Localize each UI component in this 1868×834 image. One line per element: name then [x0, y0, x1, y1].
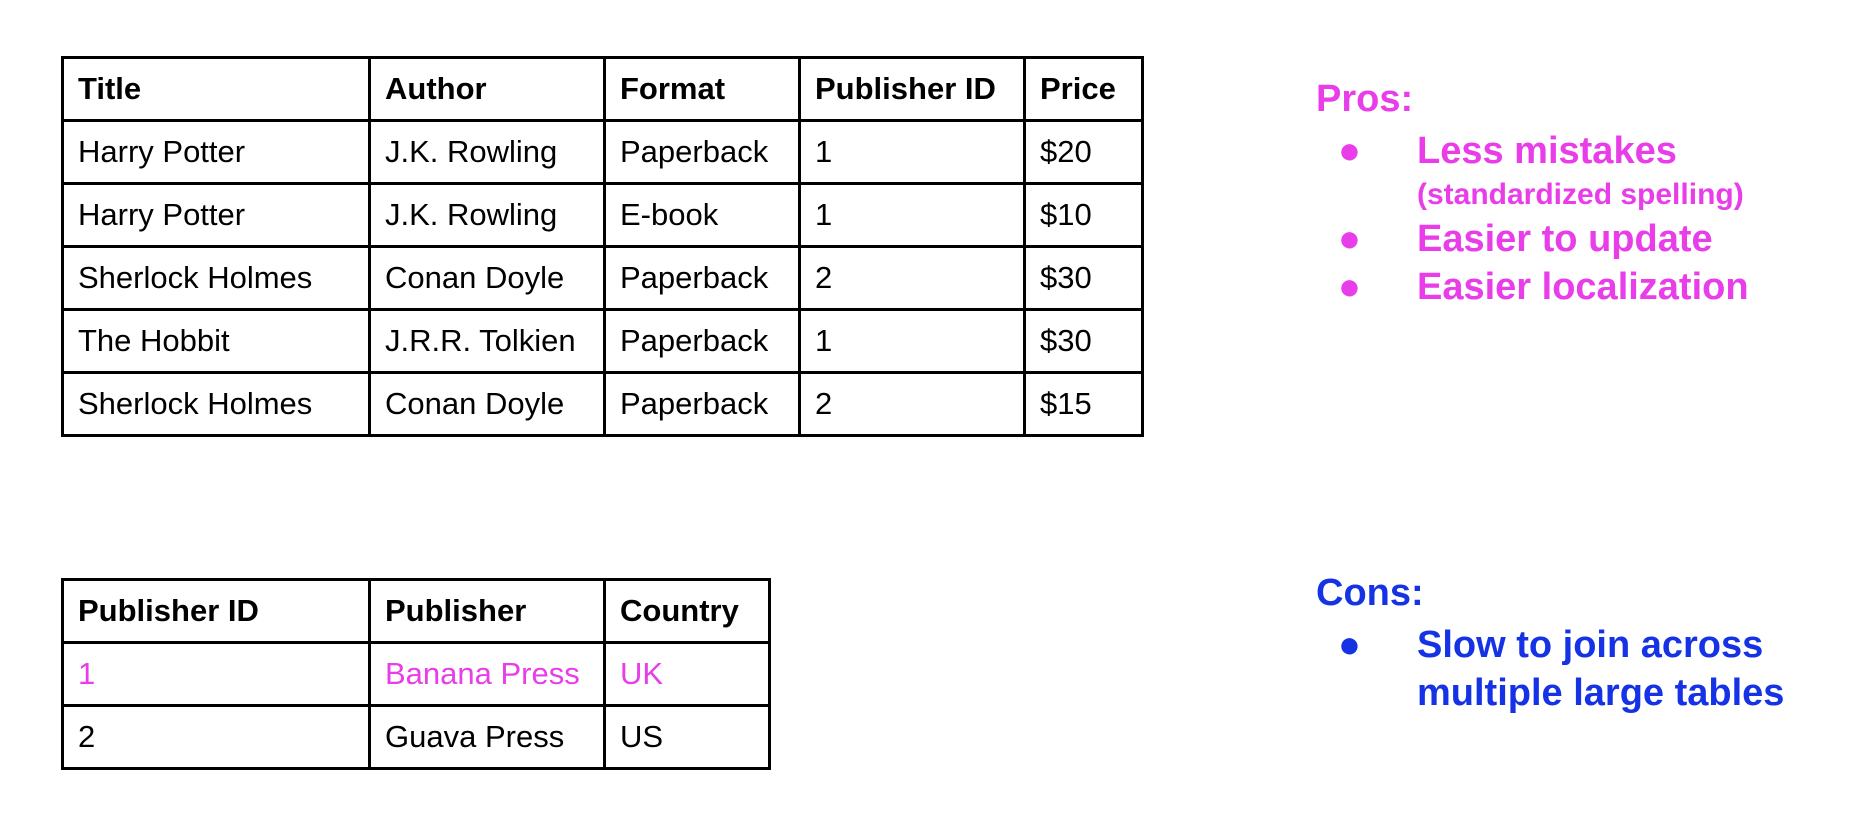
bullet-icon: ●: [1338, 130, 1361, 172]
pros-panel: Pros: ● Less mistakes (standardized spel…: [1316, 78, 1749, 311]
table-cell: $20: [1023, 119, 1144, 185]
table-cell: The Hobbit: [61, 308, 371, 374]
column-header-author: Author: [368, 56, 606, 122]
table-cell: 1: [61, 641, 371, 707]
column-header-publisher-id: Publisher ID: [798, 56, 1026, 122]
table-cell: E-book: [603, 182, 801, 248]
table-cell: Harry Potter: [61, 119, 371, 185]
table-row: Sherlock Holmes Conan Doyle Paperback 2 …: [61, 245, 1144, 311]
table-cell: $15: [1023, 371, 1144, 437]
pros-title: Pros:: [1316, 78, 1414, 120]
bullet-icon: ●: [1338, 266, 1361, 308]
table-cell: $30: [1023, 308, 1144, 374]
column-header-publisher: Publisher: [368, 578, 606, 644]
cons-title: Cons:: [1316, 572, 1424, 614]
table-cell: 1: [798, 182, 1026, 248]
table-cell: 1: [798, 119, 1026, 185]
table-cell: J.R.R. Tolkien: [368, 308, 606, 374]
list-item: ● Slow to join across multiple large tab…: [1316, 621, 1784, 717]
list-item: ● Less mistakes (standardized spelling): [1316, 127, 1749, 215]
column-header-format: Format: [603, 56, 801, 122]
pros-item-text: Easier to update: [1417, 218, 1713, 260]
cons-item-text: Slow to join across: [1417, 624, 1764, 666]
column-header-title: Title: [61, 56, 371, 122]
table-cell: 2: [798, 371, 1026, 437]
cons-panel: Cons: ● Slow to join across multiple lar…: [1316, 572, 1784, 717]
table-cell: Paperback: [603, 245, 801, 311]
table-cell: J.K. Rowling: [368, 119, 606, 185]
table-cell: Paperback: [603, 371, 801, 437]
list-item: ● Easier localization: [1316, 263, 1749, 311]
table-cell: Guava Press: [368, 704, 606, 770]
column-header-publisher-id: Publisher ID: [61, 578, 371, 644]
publishers-table: Publisher ID Publisher Country 1 Banana …: [61, 578, 771, 770]
table-cell: 1: [798, 308, 1026, 374]
table-cell: Banana Press: [368, 641, 606, 707]
table-cell: 2: [798, 245, 1026, 311]
table-row: Harry Potter J.K. Rowling Paperback 1 $2…: [61, 119, 1144, 185]
table-cell: Harry Potter: [61, 182, 371, 248]
table-cell: US: [603, 704, 771, 770]
table-cell: Sherlock Holmes: [61, 245, 371, 311]
column-header-country: Country: [603, 578, 771, 644]
table-cell: 2: [61, 704, 371, 770]
table-cell: Paperback: [603, 308, 801, 374]
table-cell: J.K. Rowling: [368, 182, 606, 248]
pros-item-note: (standardized spelling): [1417, 178, 1744, 211]
pros-list: ● Less mistakes (standardized spelling) …: [1316, 127, 1749, 311]
table-row: 2 Guava Press US: [61, 704, 771, 770]
publishers-header-row: Publisher ID Publisher Country: [61, 578, 771, 644]
table-cell: Paperback: [603, 119, 801, 185]
bullet-icon: ●: [1338, 218, 1361, 260]
table-cell: Conan Doyle: [368, 371, 606, 437]
books-header-row: Title Author Format Publisher ID Price: [61, 56, 1144, 122]
table-cell: $10: [1023, 182, 1144, 248]
table-row: The Hobbit J.R.R. Tolkien Paperback 1 $3…: [61, 308, 1144, 374]
table-row: Sherlock Holmes Conan Doyle Paperback 2 …: [61, 371, 1144, 437]
table-cell: UK: [603, 641, 771, 707]
table-cell: Conan Doyle: [368, 245, 606, 311]
column-header-price: Price: [1023, 56, 1144, 122]
books-table: Title Author Format Publisher ID Price H…: [61, 56, 1144, 437]
cons-item-text-continued: multiple large tables: [1417, 672, 1785, 714]
list-item: ● Easier to update: [1316, 215, 1749, 263]
table-row: Harry Potter J.K. Rowling E-book 1 $10: [61, 182, 1144, 248]
bullet-icon: ●: [1338, 624, 1361, 666]
cons-list: ● Slow to join across multiple large tab…: [1316, 621, 1784, 717]
table-row-highlighted: 1 Banana Press UK: [61, 641, 771, 707]
table-cell: $30: [1023, 245, 1144, 311]
pros-item-text: Easier localization: [1417, 266, 1749, 308]
pros-item-text: Less mistakes: [1417, 130, 1677, 172]
table-cell: Sherlock Holmes: [61, 371, 371, 437]
